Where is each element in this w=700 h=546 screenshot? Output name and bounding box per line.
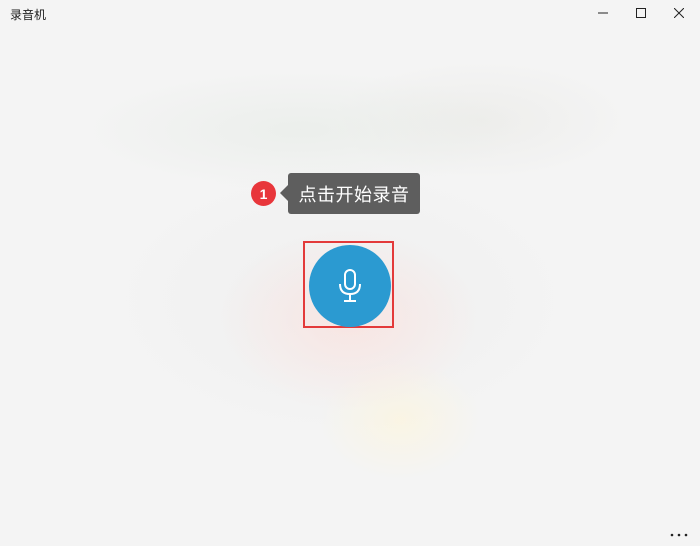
close-button[interactable] (662, 0, 696, 26)
title-bar: 录音机 (0, 0, 700, 26)
more-options-button[interactable] (664, 526, 694, 544)
minimize-icon (598, 12, 608, 14)
record-button[interactable] (309, 245, 391, 327)
microphone-icon (339, 269, 361, 302)
maximize-icon (636, 8, 646, 18)
close-icon (674, 8, 684, 18)
more-dots-icon (670, 533, 688, 537)
minimize-button[interactable] (586, 0, 620, 26)
maximize-button[interactable] (624, 0, 658, 26)
tooltip-start-recording: 点击开始录音 (280, 173, 420, 214)
step-badge: 1 (251, 181, 276, 206)
app-title: 录音机 (10, 8, 47, 22)
